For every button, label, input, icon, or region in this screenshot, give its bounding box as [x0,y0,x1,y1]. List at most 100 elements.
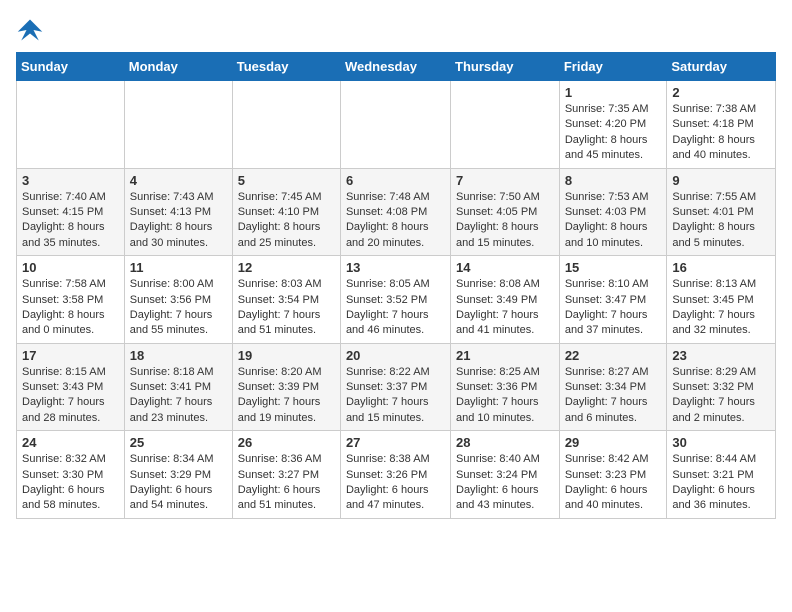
calendar-week-row: 3 Sunrise: 7:40 AM Sunset: 4:15 PM Daylig… [17,168,776,256]
day-number: 18 [130,348,227,363]
calendar-cell: 6Sunrise: 7:48 AM Sunset: 4:08 PM Daylig… [340,168,450,256]
calendar-cell: 27 Sunrise: 8:38 AM Sunset: 3:26 PM Dayli… [340,431,450,519]
calendar-cell: 25Sunrise: 8:34 AM Sunset: 3:29 PM Dayli… [124,431,232,519]
calendar-cell: 16 Sunrise: 8:13 AM Sunset: 3:45 PM Dayli… [667,256,776,344]
day-number: 14 [456,260,554,275]
calendar-cell: 1 Sunrise: 7:35 AM Sunset: 4:20 PM Daylig… [559,81,667,169]
calendar-header-friday: Friday [559,53,667,81]
calendar-cell: 7 Sunrise: 7:50 AM Sunset: 4:05 PM Daylig… [451,168,560,256]
day-info: Sunrise: 8:22 AM Sunset: 3:37 PM Dayligh… [346,365,445,427]
day-info: Sunrise: 8:44 AM Sunset: 3:21 PM Dayligh… [672,452,770,514]
calendar-cell: 30 Sunrise: 8:44 AM Sunset: 3:21 PM Dayli… [667,431,776,519]
calendar-cell [232,81,340,169]
day-info: Sunrise: 8:18 AM Sunset: 3:41 PM Dayligh… [130,365,227,427]
header [16,16,776,44]
day-info: Sunrise: 8:27 AM Sunset: 3:34 PM Dayligh… [565,365,662,427]
day-info: Sunrise: 7:50 AM Sunset: 4:05 PM Dayligh… [456,190,554,252]
logo [16,16,48,44]
day-info: Sunrise: 7:38 AM Sunset: 4:18 PM Dayligh… [672,102,770,164]
calendar-cell: 10 Sunrise: 7:58 AM Sunset: 3:58 PM Dayli… [17,256,125,344]
day-info: Sunrise: 8:25 AM Sunset: 3:36 PM Dayligh… [456,365,554,427]
calendar-cell: 4 Sunrise: 7:43 AM Sunset: 4:13 PM Daylig… [124,168,232,256]
calendar-cell: 29 Sunrise: 8:42 AM Sunset: 3:23 PM Dayli… [559,431,667,519]
calendar-cell: 14 Sunrise: 8:08 AM Sunset: 3:49 PM Dayli… [451,256,560,344]
day-number: 4 [130,173,227,188]
calendar-header-tuesday: Tuesday [232,53,340,81]
calendar-header-sunday: Sunday [17,53,125,81]
day-info: Sunrise: 8:38 AM Sunset: 3:26 PM Dayligh… [346,452,445,514]
day-number: 1 [565,85,662,100]
calendar-cell: 12Sunrise: 8:03 AM Sunset: 3:54 PM Dayli… [232,256,340,344]
day-number: 29 [565,435,662,450]
calendar-cell: 5 Sunrise: 7:45 AM Sunset: 4:10 PM Daylig… [232,168,340,256]
calendar-cell: 17Sunrise: 8:15 AM Sunset: 3:43 PM Dayli… [17,343,125,431]
day-info: Sunrise: 8:10 AM Sunset: 3:47 PM Dayligh… [565,277,662,339]
day-info: Sunrise: 7:40 AM Sunset: 4:15 PM Dayligh… [22,190,119,252]
day-number: 10 [22,260,119,275]
calendar-header-monday: Monday [124,53,232,81]
calendar-cell: 19Sunrise: 8:20 AM Sunset: 3:39 PM Dayli… [232,343,340,431]
day-info: Sunrise: 8:29 AM Sunset: 3:32 PM Dayligh… [672,365,770,427]
day-number: 9 [672,173,770,188]
calendar-header-wednesday: Wednesday [340,53,450,81]
day-number: 28 [456,435,554,450]
calendar-week-row: 10 Sunrise: 7:58 AM Sunset: 3:58 PM Dayli… [17,256,776,344]
day-number: 27 [346,435,445,450]
day-number: 17 [22,348,119,363]
day-info: Sunrise: 7:53 AM Sunset: 4:03 PM Dayligh… [565,190,662,252]
calendar-header-row: SundayMondayTuesdayWednesdayThursdayFrid… [17,53,776,81]
day-info: Sunrise: 8:13 AM Sunset: 3:45 PM Dayligh… [672,277,770,339]
day-number: 2 [672,85,770,100]
calendar-header-thursday: Thursday [451,53,560,81]
calendar: SundayMondayTuesdayWednesdayThursdayFrid… [16,52,776,519]
day-info: Sunrise: 8:05 AM Sunset: 3:52 PM Dayligh… [346,277,445,339]
calendar-cell: 9 Sunrise: 7:55 AM Sunset: 4:01 PM Daylig… [667,168,776,256]
day-info: Sunrise: 8:42 AM Sunset: 3:23 PM Dayligh… [565,452,662,514]
calendar-header-saturday: Saturday [667,53,776,81]
day-info: Sunrise: 8:20 AM Sunset: 3:39 PM Dayligh… [238,365,335,427]
calendar-cell [340,81,450,169]
day-info: Sunrise: 8:00 AM Sunset: 3:56 PM Dayligh… [130,277,227,339]
calendar-cell [124,81,232,169]
day-number: 13 [346,260,445,275]
day-info: Sunrise: 8:40 AM Sunset: 3:24 PM Dayligh… [456,452,554,514]
day-number: 30 [672,435,770,450]
day-number: 21 [456,348,554,363]
day-number: 20 [346,348,445,363]
calendar-cell [451,81,560,169]
day-number: 25 [130,435,227,450]
day-info: Sunrise: 7:43 AM Sunset: 4:13 PM Dayligh… [130,190,227,252]
day-number: 7 [456,173,554,188]
day-number: 15 [565,260,662,275]
day-info: Sunrise: 7:45 AM Sunset: 4:10 PM Dayligh… [238,190,335,252]
day-info: Sunrise: 7:35 AM Sunset: 4:20 PM Dayligh… [565,102,662,164]
day-info: Sunrise: 7:55 AM Sunset: 4:01 PM Dayligh… [672,190,770,252]
day-info: Sunrise: 7:58 AM Sunset: 3:58 PM Dayligh… [22,277,119,339]
calendar-cell: 23 Sunrise: 8:29 AM Sunset: 3:32 PM Dayli… [667,343,776,431]
calendar-cell: 22 Sunrise: 8:27 AM Sunset: 3:34 PM Dayli… [559,343,667,431]
calendar-cell: 18 Sunrise: 8:18 AM Sunset: 3:41 PM Dayli… [124,343,232,431]
day-number: 23 [672,348,770,363]
calendar-cell: 2 Sunrise: 7:38 AM Sunset: 4:18 PM Daylig… [667,81,776,169]
calendar-cell: 13 Sunrise: 8:05 AM Sunset: 3:52 PM Dayli… [340,256,450,344]
day-info: Sunrise: 8:08 AM Sunset: 3:49 PM Dayligh… [456,277,554,339]
calendar-cell: 8 Sunrise: 7:53 AM Sunset: 4:03 PM Daylig… [559,168,667,256]
day-number: 3 [22,173,119,188]
calendar-week-row: 17Sunrise: 8:15 AM Sunset: 3:43 PM Dayli… [17,343,776,431]
calendar-cell: 21 Sunrise: 8:25 AM Sunset: 3:36 PM Dayli… [451,343,560,431]
day-info: Sunrise: 7:48 AM Sunset: 4:08 PM Dayligh… [346,190,445,252]
calendar-cell: 11 Sunrise: 8:00 AM Sunset: 3:56 PM Dayli… [124,256,232,344]
calendar-cell: 3 Sunrise: 7:40 AM Sunset: 4:15 PM Daylig… [17,168,125,256]
calendar-cell [17,81,125,169]
day-info: Sunrise: 8:36 AM Sunset: 3:27 PM Dayligh… [238,452,335,514]
day-number: 22 [565,348,662,363]
day-number: 8 [565,173,662,188]
calendar-week-row: 1 Sunrise: 7:35 AM Sunset: 4:20 PM Daylig… [17,81,776,169]
calendar-cell: 26Sunrise: 8:36 AM Sunset: 3:27 PM Dayli… [232,431,340,519]
day-number: 5 [238,173,335,188]
calendar-week-row: 24Sunrise: 8:32 AM Sunset: 3:30 PM Dayli… [17,431,776,519]
day-number: 12 [238,260,335,275]
logo-bird-icon [16,16,44,44]
day-number: 11 [130,260,227,275]
day-number: 16 [672,260,770,275]
